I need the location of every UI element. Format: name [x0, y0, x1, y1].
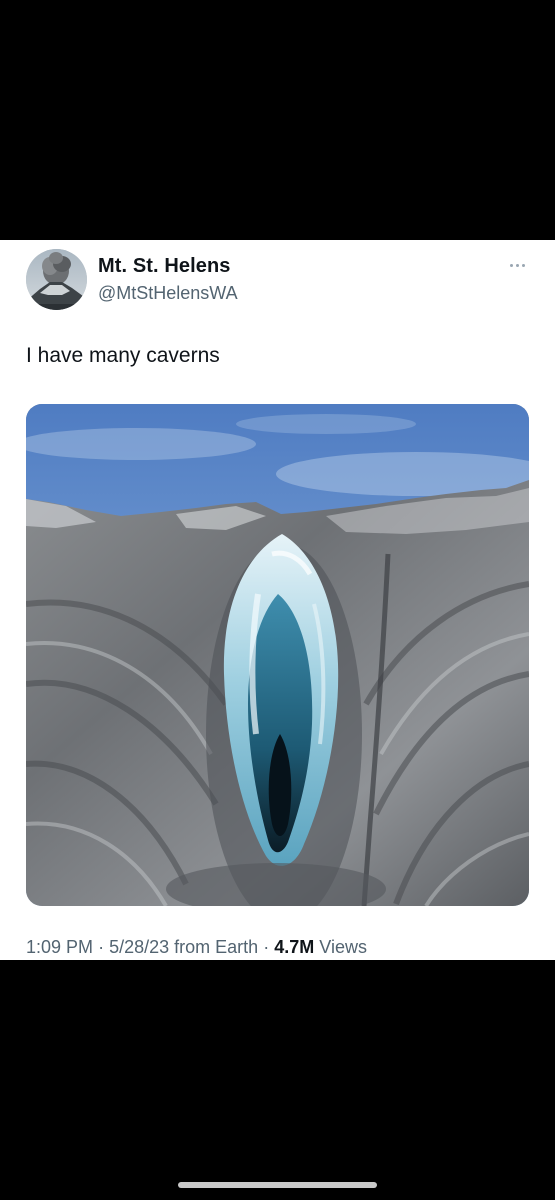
avatar[interactable]: [26, 249, 87, 310]
tweet-date[interactable]: 5/28/23: [109, 937, 169, 957]
avatar-image: [26, 249, 87, 310]
more-horizontal-icon: [509, 263, 513, 267]
views-count[interactable]: 4.7M: [274, 937, 314, 957]
tweet-metadata: 1:09 PM · 5/28/23 from Earth · 4.7M View…: [26, 937, 367, 958]
more-horizontal-icon: [515, 263, 519, 267]
display-name[interactable]: Mt. St. Helens: [98, 255, 231, 278]
user-handle[interactable]: @MtStHelensWA: [98, 283, 238, 304]
tweet-card: Mt. St. Helens @MtStHelensWA I have many…: [0, 240, 555, 960]
more-options-button[interactable]: [504, 254, 530, 276]
tweet-time[interactable]: 1:09 PM: [26, 937, 93, 957]
glacier-cave-photo: [26, 404, 529, 906]
views-label: Views: [319, 937, 367, 957]
more-horizontal-icon: [521, 263, 525, 267]
tweet-source: from Earth: [174, 937, 259, 957]
separator: ·: [263, 937, 270, 957]
separator: ·: [98, 937, 105, 957]
home-indicator[interactable]: [178, 1182, 377, 1188]
tweet-text: I have many caverns: [26, 344, 220, 367]
tweet-photo[interactable]: [26, 404, 529, 906]
